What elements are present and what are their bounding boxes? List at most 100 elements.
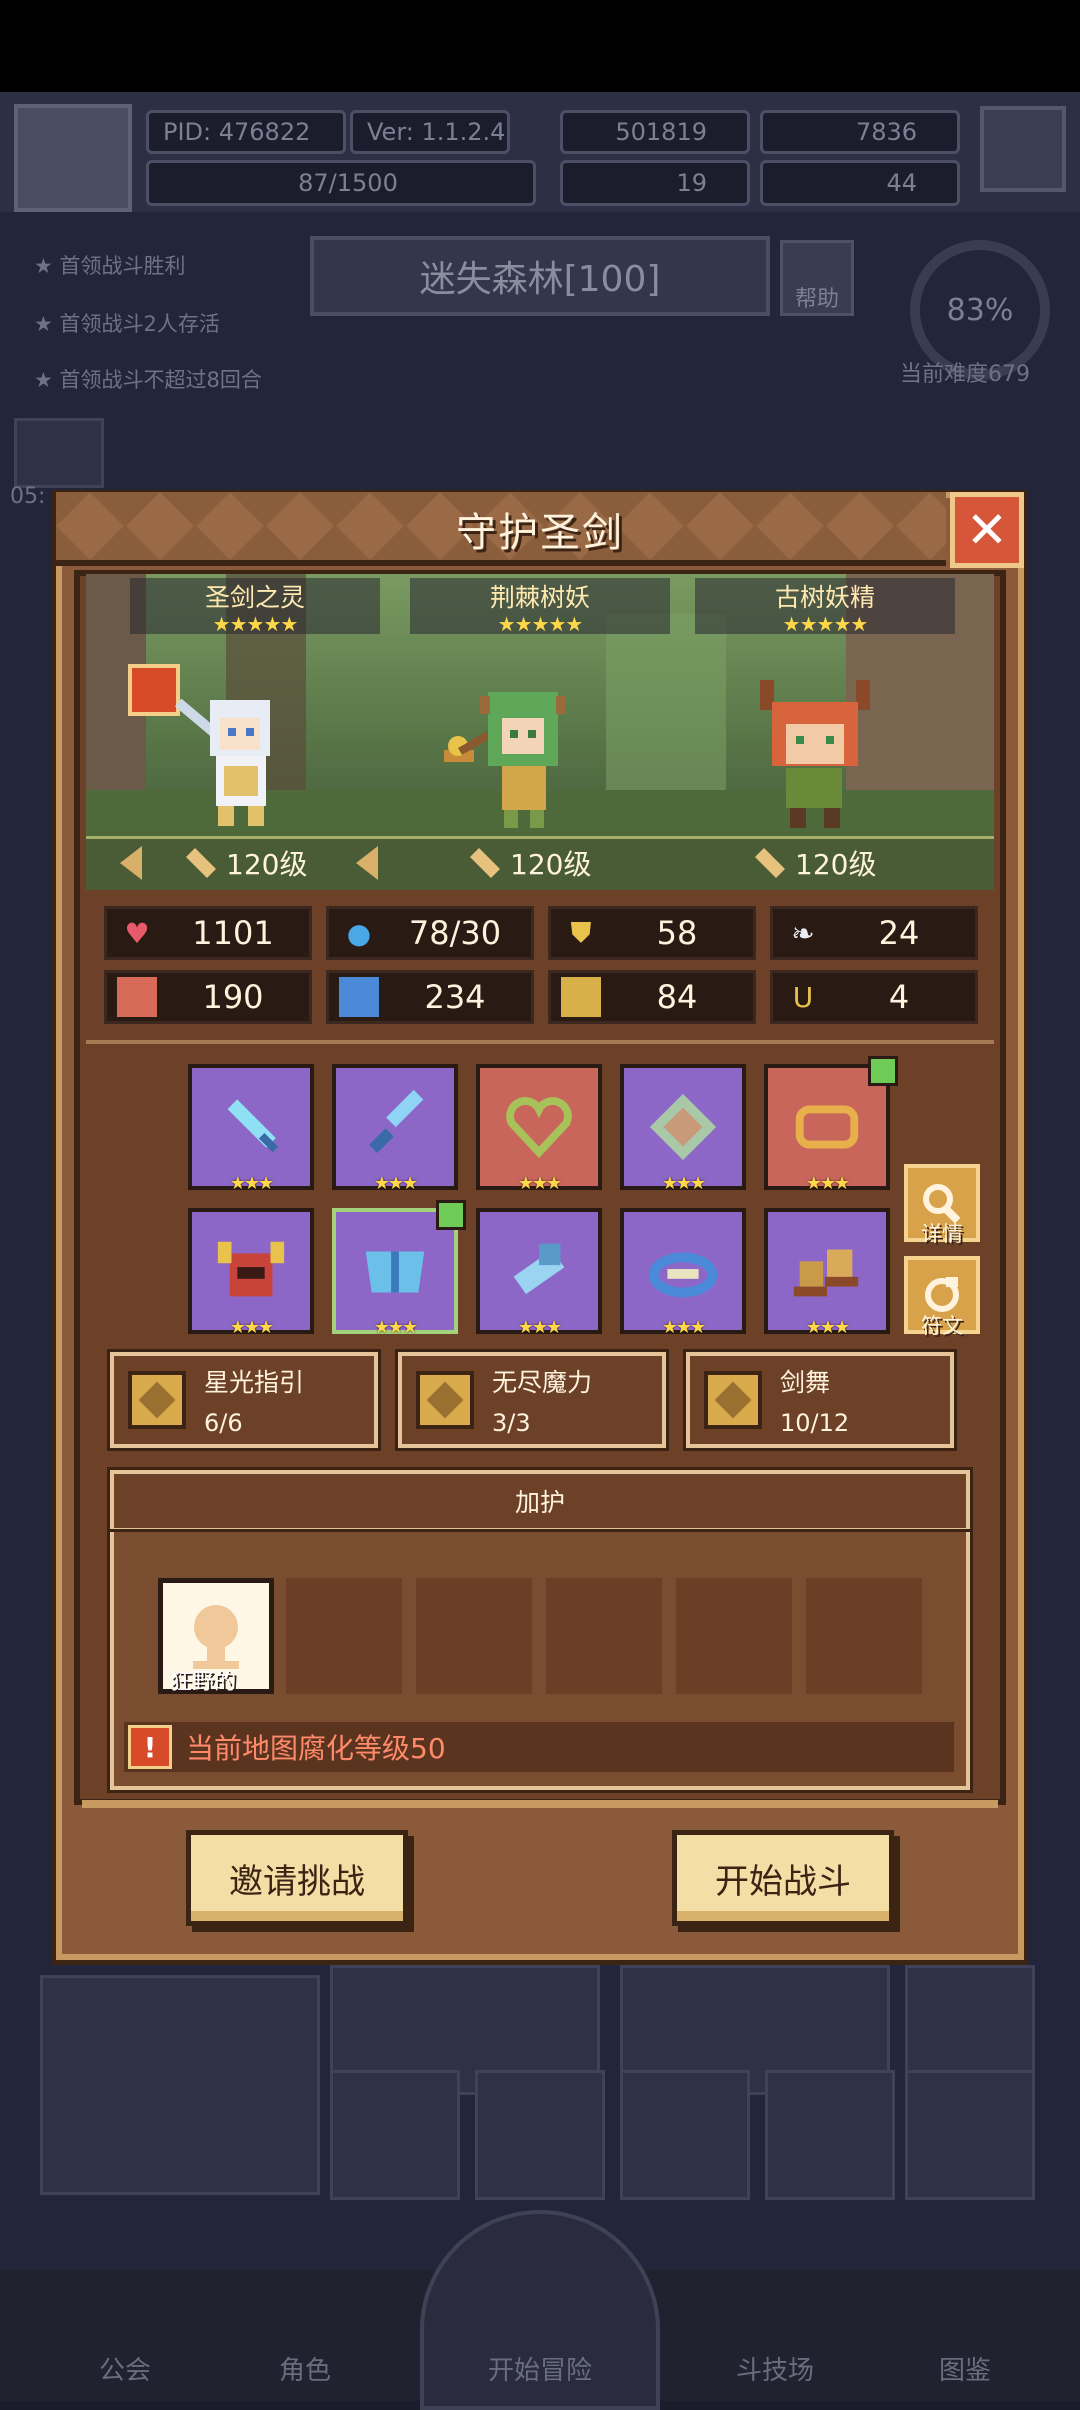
equip-slot-ring[interactable]: ★★★ [764, 1056, 898, 1194]
level-up-icon [186, 848, 216, 878]
set-2-name: 无尽魔力 [492, 1368, 593, 1397]
player-avatar[interactable] [14, 104, 132, 212]
crystal-sword-icon [227, 1099, 279, 1153]
nav-arena[interactable]: 斗技场 [700, 2350, 850, 2387]
blessing-header: 加护 [107, 1467, 973, 1535]
set-bonus-3[interactable]: 剑舞 10/12 [683, 1349, 957, 1451]
equip-slot-offhand[interactable]: ★★★ [332, 1064, 458, 1194]
stat-resist: 84 [548, 970, 756, 1024]
nav-start-adventure[interactable]: 开始冒险 [465, 2350, 615, 2387]
equip-slot-necklace[interactable]: ★★★ [476, 1064, 602, 1194]
inventory-slot-2 [475, 2070, 605, 2200]
dialog-bottom-strip [82, 1800, 998, 1808]
equip-slot-gloves[interactable]: ★★★ [476, 1208, 602, 1338]
equip-stars: ★★★ [373, 1173, 418, 1194]
help-label: 帮助 [794, 287, 839, 312]
level-next-arrow[interactable] [356, 846, 378, 884]
objective-2: ★ 首领战斗2人存活 [34, 312, 220, 336]
settings-gear-icon[interactable] [980, 106, 1066, 192]
set-bonus-1[interactable]: 星光指引 6/6 [107, 1349, 381, 1451]
set-coin-icon [128, 1371, 186, 1429]
stage-name[interactable]: 迷失森林[100] [310, 236, 770, 316]
dialog-title: 守护圣剑 [456, 510, 624, 556]
blessing-slot-5[interactable] [676, 1578, 792, 1694]
status-bar [0, 0, 1080, 92]
hero-2-name: 荆棘树妖 [489, 583, 590, 612]
stat-defense: ⛊ 58 [548, 906, 756, 960]
ancient-tree-fairy-sprite[interactable] [750, 676, 880, 830]
horseshoe-icon: Ս [792, 980, 814, 1014]
fist-icon [117, 977, 157, 1017]
start-battle-button[interactable]: 开始战斗 [672, 1830, 894, 1926]
stat-luck: Ս4 [770, 970, 978, 1024]
section-divider [86, 1040, 994, 1044]
objective-1: ★ 首领战斗胜利 [34, 254, 186, 278]
stat-speed: ❧ 24 [770, 906, 978, 960]
equip-slot-armor[interactable]: ★★★ [332, 1200, 466, 1338]
nav-codex[interactable]: 图鉴 [890, 2350, 1040, 2387]
equip-slot-weapon[interactable]: ★★★ [188, 1064, 314, 1194]
corruption-warning: ! 当前地图腐化等级50 [124, 1722, 954, 1772]
chevron-left-icon [120, 846, 142, 880]
set-3-count: 10/12 [780, 1409, 850, 1437]
stat-mana-value: 78/30 [408, 914, 502, 952]
heart-icon: ♥ [124, 916, 150, 950]
hero-3-level: 120级 [755, 843, 876, 883]
set-1-count: 6/6 [204, 1409, 243, 1437]
nav-character[interactable]: 角色 [230, 2350, 380, 2387]
blessing-slot-3[interactable] [416, 1578, 532, 1694]
set-coin-icon [704, 1371, 762, 1429]
mushroom-cloud-icon [193, 1605, 239, 1669]
chevron-left-icon [356, 846, 378, 880]
equip-slot-helmet[interactable]: ★★★ [188, 1208, 314, 1338]
gem-counter[interactable]: 7836 [760, 110, 960, 154]
book-icon [339, 977, 379, 1017]
hero-1-name: 圣剑之灵 [204, 583, 305, 612]
blessing-slot-4[interactable] [546, 1578, 662, 1694]
inventory-slot-4 [765, 2070, 895, 2200]
hero-1-stars: ★★★★★ [212, 612, 299, 636]
gold-counter[interactable]: 501819 [560, 110, 750, 154]
inventory-slot-1 [330, 2070, 460, 2200]
equip-slot-accessory[interactable]: ★★★ [620, 1208, 746, 1338]
thumbs-up-icon [436, 1200, 466, 1230]
hero-1-name-plate: 圣剑之灵 ★★★★★ [130, 578, 380, 634]
key-counter: 44 [760, 160, 960, 206]
shield-icon: ⛊ [570, 916, 592, 949]
help-button[interactable]: 帮助 [780, 240, 854, 316]
golden-boots-icon [793, 1249, 859, 1297]
hero-2-level: 120级 [470, 843, 591, 883]
wing-icon: ❧ [791, 916, 815, 950]
exclamation-icon: ! [128, 1725, 172, 1769]
set-coin-icon [416, 1371, 474, 1429]
stage-name-text: 迷失森林[100] [419, 259, 661, 300]
thorn-dryad-sprite[interactable] [440, 688, 600, 830]
level-prev-arrow[interactable] [120, 846, 142, 884]
hero-3-name: 古树妖精 [774, 583, 875, 612]
water-drop-icon: ● [346, 916, 372, 950]
invite-challenge-button[interactable]: 邀请挑战 [186, 1830, 408, 1926]
hero-3-level-text: 120级 [795, 848, 877, 881]
details-label: 详情 [921, 1222, 963, 1246]
equip-slot-gem[interactable]: ★★★ [620, 1064, 746, 1194]
blessing-slot-6[interactable] [806, 1578, 922, 1694]
scroll-icon [561, 977, 601, 1017]
set-bonus-2[interactable]: 无尽魔力 3/3 [395, 1349, 669, 1451]
jade-gem-icon [649, 1093, 717, 1161]
crystal-armor-icon [365, 1251, 425, 1293]
nav-guild[interactable]: 公会 [50, 2350, 200, 2387]
gold-value: 501819 [615, 118, 707, 146]
close-button[interactable]: ✕ [950, 492, 1024, 568]
energy-bar: 87/1500 [146, 160, 536, 206]
key-value: 44 [886, 169, 917, 197]
stat-magic: 234 [326, 970, 534, 1024]
holy-sword-spirit-sprite[interactable] [150, 690, 310, 830]
stat-resist-value: 84 [656, 978, 698, 1016]
equip-stars: ★★★ [517, 1173, 562, 1194]
treasure-chest-icon[interactable] [14, 418, 104, 488]
blessing-slot-2[interactable] [286, 1578, 402, 1694]
set-2-count: 3/3 [492, 1409, 531, 1437]
equip-slot-boots[interactable]: ★★★ [764, 1208, 890, 1338]
runes-label: 符文 [921, 1314, 963, 1338]
horned-helmet-icon [217, 1241, 285, 1297]
